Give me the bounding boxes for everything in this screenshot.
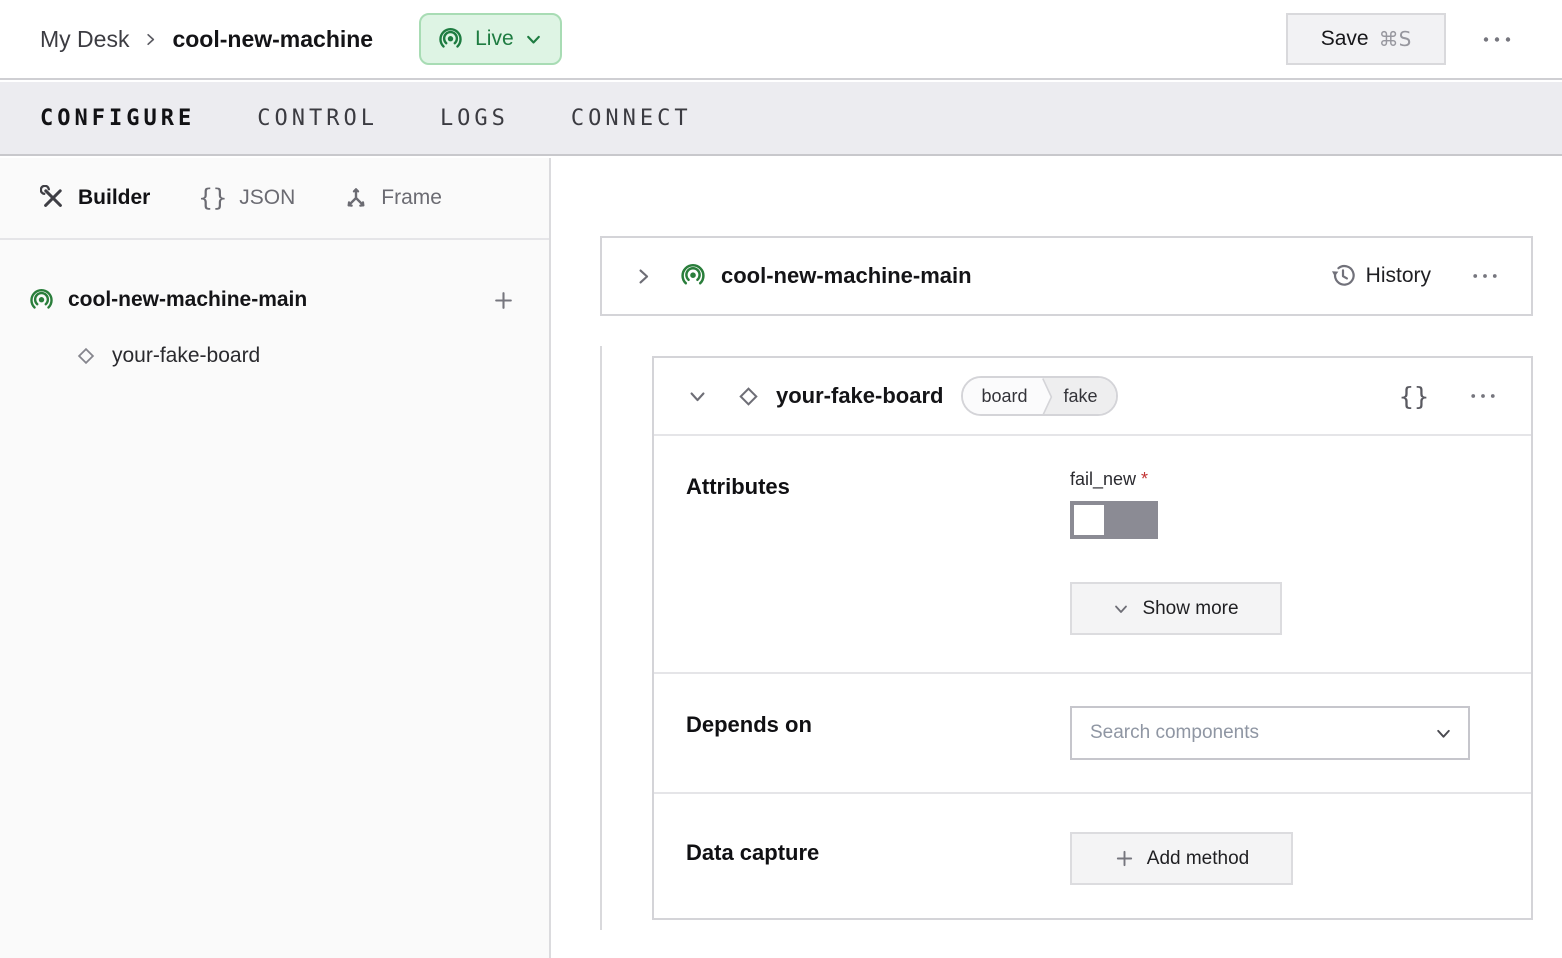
breadcrumb-separator-icon [143, 32, 158, 47]
part-card-overflow-menu-button[interactable] [1465, 266, 1505, 286]
required-asterisk: * [1141, 469, 1148, 489]
part-card-actions: History [1330, 263, 1505, 289]
tools-icon [40, 185, 66, 211]
breadcrumb-machine-name: cool-new-machine [172, 26, 373, 53]
mode-json[interactable]: {} JSON [198, 184, 295, 212]
machine-tabbar: CONFIGURE CONTROL LOGS CONNECT [0, 82, 1562, 156]
chevron-down-icon [525, 31, 542, 48]
header-overflow-menu-button[interactable] [1476, 29, 1518, 50]
machine-status-dropdown[interactable]: Live [419, 13, 562, 65]
component-diamond-icon [735, 383, 762, 410]
ellipsis-icon [1469, 392, 1497, 400]
mode-frame-label: Frame [381, 186, 442, 210]
machine-live-icon [437, 26, 464, 53]
show-more-label: Show more [1142, 598, 1238, 620]
viam-machine-config-page: My Desk cool-new-machine Live Save [0, 0, 1562, 958]
history-label: History [1366, 264, 1431, 288]
component-card-actions: {} [1395, 378, 1503, 415]
tree-item-your-fake-board[interactable]: your-fake-board [0, 328, 549, 384]
toggle-knob [1074, 505, 1104, 535]
configure-main-panel: cool-new-machine-main History [551, 158, 1562, 958]
ellipsis-icon [1471, 272, 1499, 280]
save-label: Save [1321, 27, 1369, 51]
machine-part-card: cool-new-machine-main History [600, 236, 1533, 316]
mode-frame[interactable]: Frame [343, 185, 442, 211]
component-type-badge: board fake [961, 376, 1117, 416]
ellipsis-icon [1482, 35, 1512, 44]
machine-status-label: Live [475, 27, 514, 51]
breadcrumb-my-desk-link[interactable]: My Desk [40, 26, 129, 53]
tree-item-machine-part-label: cool-new-machine-main [68, 288, 307, 312]
component-card-title: your-fake-board [776, 383, 943, 409]
plus-icon [1114, 848, 1135, 869]
header-actions: Save ⌘S [1286, 13, 1518, 65]
chevron-down-icon [688, 387, 707, 406]
part-card-expand-button[interactable] [628, 261, 659, 292]
tree-item-your-fake-board-label: your-fake-board [112, 344, 260, 368]
chevron-down-icon [1435, 725, 1452, 742]
component-overflow-menu-button[interactable] [1463, 386, 1503, 406]
history-button[interactable]: History [1330, 263, 1431, 289]
component-tree: cool-new-machine-main your-fake-board [0, 240, 549, 384]
machine-part-icon [679, 262, 707, 290]
plus-icon [492, 289, 515, 312]
breadcrumb: My Desk cool-new-machine [40, 26, 373, 53]
top-header: My Desk cool-new-machine Live Save [0, 0, 1562, 80]
depends-on-placeholder: Search components [1090, 722, 1259, 744]
tree-connector-line [600, 346, 602, 930]
component-card: your-fake-board board fake {} [652, 356, 1533, 920]
component-card-collapse-button[interactable] [682, 381, 713, 412]
attribute-name: fail_new [1070, 469, 1136, 489]
fail-new-toggle[interactable] [1070, 501, 1158, 539]
machine-part-icon [28, 287, 55, 314]
mode-builder-label: Builder [78, 186, 150, 210]
add-method-button[interactable]: Add method [1070, 832, 1293, 885]
part-card-title: cool-new-machine-main [721, 263, 972, 289]
add-method-label: Add method [1147, 848, 1249, 870]
badge-divider-icon [1038, 378, 1054, 414]
depends-on-section: Depends on Search components [654, 674, 1531, 794]
configure-sidebar: Builder {} JSON Frame [0, 158, 551, 958]
chevron-down-icon [1113, 601, 1129, 617]
mode-builder[interactable]: Builder [40, 185, 150, 211]
tree-item-machine-part[interactable]: cool-new-machine-main [0, 272, 549, 328]
tab-connect[interactable]: CONNECT [571, 106, 692, 131]
braces-icon: {} [198, 184, 227, 212]
attributes-section: Attributes fail_new* Show more [654, 436, 1531, 674]
save-button[interactable]: Save ⌘S [1286, 13, 1446, 65]
depends-on-select[interactable]: Search components [1070, 706, 1470, 760]
history-icon [1330, 263, 1356, 289]
component-card-header: your-fake-board board fake {} [654, 358, 1531, 436]
component-diamond-icon [74, 344, 98, 368]
component-json-toggle-button[interactable]: {} [1395, 378, 1433, 415]
view-mode-switcher: Builder {} JSON Frame [0, 158, 549, 240]
frame-axes-icon [343, 185, 369, 211]
badge-type: board [963, 378, 1037, 414]
tab-configure[interactable]: CONFIGURE [40, 106, 195, 131]
show-more-button[interactable]: Show more [1070, 582, 1282, 635]
tab-control[interactable]: CONTROL [257, 106, 378, 131]
chevron-right-icon [634, 267, 653, 286]
save-shortcut: ⌘S [1379, 27, 1412, 51]
attribute-field-fail-new: fail_new* [1070, 469, 1158, 539]
tab-logs[interactable]: LOGS [440, 106, 509, 131]
badge-model: fake [1054, 378, 1116, 414]
data-capture-section: Data capture Add method [654, 794, 1531, 918]
mode-json-label: JSON [239, 186, 295, 210]
add-component-button[interactable] [486, 283, 521, 318]
